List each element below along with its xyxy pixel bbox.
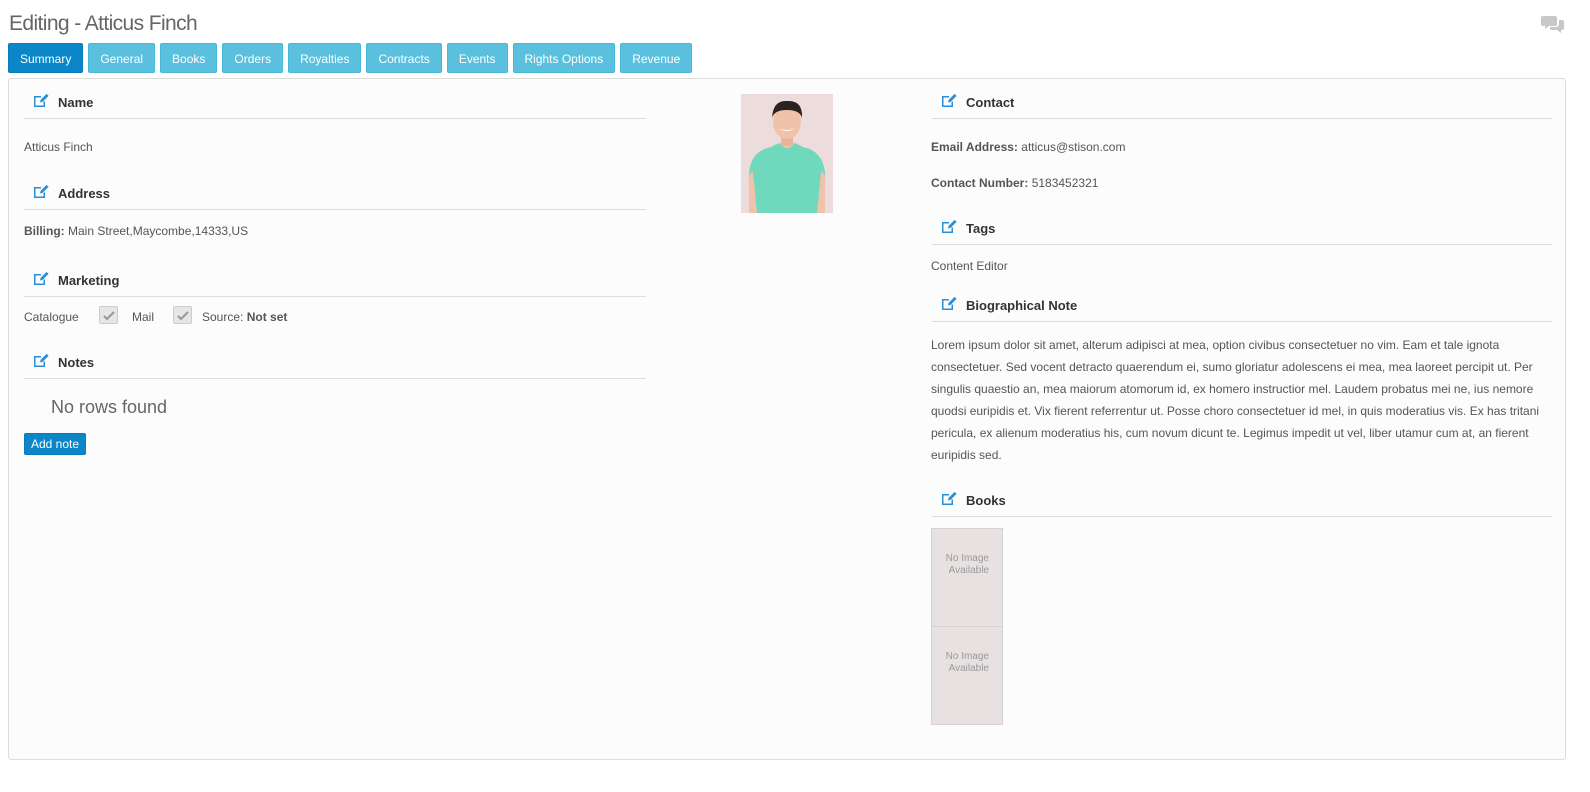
contact-number: Contact Number: 5183452321 xyxy=(931,176,1098,190)
summary-panel: Name Atticus Finch Address Billing: Main… xyxy=(8,78,1566,760)
book-thumbnail[interactable]: No Image Available xyxy=(931,626,1003,725)
email-label: Email Address: xyxy=(931,140,1018,154)
notes-section-header: Notes xyxy=(24,352,646,379)
mail-checkbox[interactable] xyxy=(173,306,192,324)
billing-address: Billing: Main Street,Maycombe,14333,US xyxy=(24,224,248,238)
tab-orders[interactable]: Orders xyxy=(222,43,284,73)
edit-tags-icon[interactable] xyxy=(940,219,957,234)
no-image-line1: No Image xyxy=(945,553,989,564)
tags-section-header: Tags xyxy=(932,218,1552,245)
tab-books[interactable]: Books xyxy=(160,43,218,73)
phone-label: Contact Number: xyxy=(931,176,1029,190)
notes-empty-message: No rows found xyxy=(51,397,168,417)
no-image-line1: No Image xyxy=(945,651,989,662)
books-section-header: Books xyxy=(932,490,1552,517)
address-heading: Address xyxy=(58,186,111,201)
email-address: Email Address: atticus@stison.com xyxy=(931,140,1125,154)
bio-section-header: Biographical Note xyxy=(932,295,1552,322)
marketing-heading: Marketing xyxy=(58,273,120,288)
contact-section-header: Contact xyxy=(932,92,1552,119)
add-note-button[interactable]: Add note xyxy=(24,433,87,455)
edit-marketing-icon[interactable] xyxy=(32,271,49,286)
avatar-photo xyxy=(741,94,833,213)
edit-books-icon[interactable] xyxy=(940,491,957,506)
no-image-line2: Available xyxy=(948,565,989,576)
avatar xyxy=(741,94,833,213)
book-thumbnail[interactable]: No Image Available xyxy=(931,528,1003,627)
email-value: atticus@stison.com xyxy=(1021,140,1126,154)
name-value: Atticus Finch xyxy=(24,140,93,154)
source-value: Not set xyxy=(246,310,288,324)
name-heading: Name xyxy=(58,95,94,110)
catalogue-label: Catalogue xyxy=(24,310,79,324)
billing-label: Billing: xyxy=(24,224,65,238)
bio-text: Lorem ipsum dolor sit amet, alterum adip… xyxy=(931,338,1540,462)
edit-notes-icon[interactable] xyxy=(32,353,49,368)
address-section-header: Address xyxy=(24,183,646,210)
edit-name-icon[interactable] xyxy=(32,93,49,108)
tags-heading: Tags xyxy=(966,221,996,236)
check-icon xyxy=(177,311,189,321)
edit-address-icon[interactable] xyxy=(32,184,49,199)
edit-contact-icon[interactable] xyxy=(940,93,957,108)
page-title: Editing - Atticus Finch xyxy=(9,12,198,35)
tab-royalties[interactable]: Royalties xyxy=(288,43,362,73)
no-image-line2: Available xyxy=(948,663,989,674)
tab-bar: Summary General Books Orders Royalties C… xyxy=(8,43,693,73)
check-icon xyxy=(103,311,115,321)
tab-summary[interactable]: Summary xyxy=(8,43,84,73)
comments-icon[interactable] xyxy=(1541,14,1565,34)
notes-heading: Notes xyxy=(58,355,95,370)
tab-contracts[interactable]: Contracts xyxy=(366,43,442,73)
billing-value: Main Street,Maycombe,14333,US xyxy=(68,224,249,238)
tab-revenue[interactable]: Revenue xyxy=(620,43,693,73)
bio-heading: Biographical Note xyxy=(966,298,1078,313)
edit-bio-icon[interactable] xyxy=(940,296,957,311)
tab-rights-options[interactable]: Rights Options xyxy=(512,43,616,73)
source-field: Source: Not set xyxy=(202,310,287,324)
tags-value: Content Editor xyxy=(931,259,1008,273)
source-label: Source: xyxy=(202,310,244,324)
tab-general[interactable]: General xyxy=(88,43,156,73)
tab-events[interactable]: Events xyxy=(446,43,508,73)
books-heading: Books xyxy=(966,493,1006,508)
marketing-section-header: Marketing xyxy=(24,270,646,297)
mail-label: Mail xyxy=(132,310,155,324)
contact-heading: Contact xyxy=(966,95,1015,110)
catalogue-checkbox[interactable] xyxy=(99,306,118,324)
name-section-header: Name xyxy=(24,92,646,119)
phone-value: 5183452321 xyxy=(1031,176,1099,190)
